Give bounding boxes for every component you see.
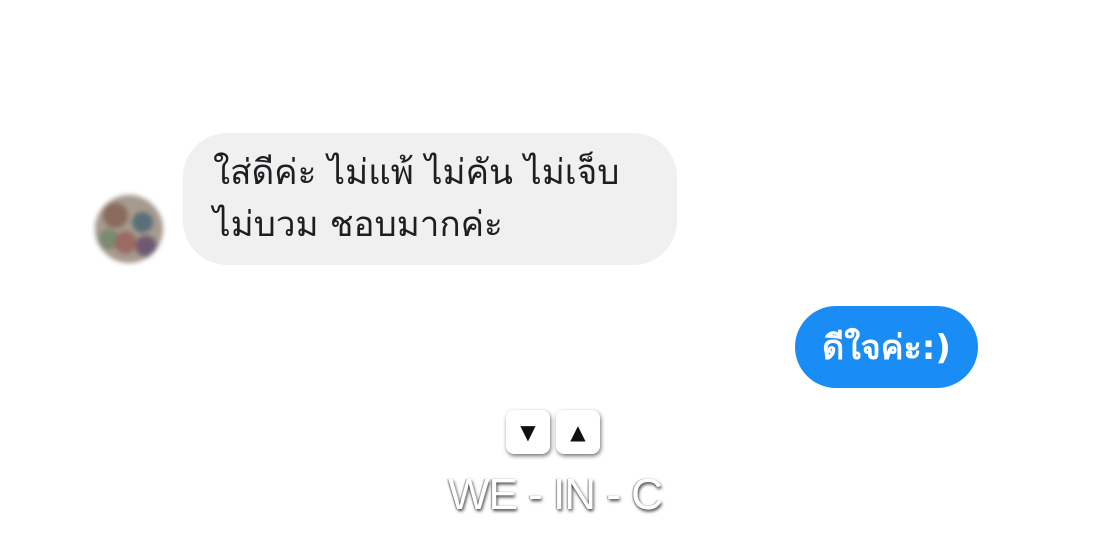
incoming-message-line: ใส่ดีค่ะ ไม่แพ้ ไม่คัน ไม่เจ็บ — [213, 153, 620, 193]
outgoing-message-text: ดีใจค่ะ:) — [822, 328, 951, 368]
incoming-message-line: ไม่บวม ชอบมากค่ะ — [213, 205, 503, 245]
logo-marks: ▼ ▲ — [506, 410, 600, 454]
up-triangle-icon: ▲ — [556, 410, 600, 454]
incoming-message-bubble[interactable]: ใส่ดีค่ะ ไม่แพ้ ไม่คัน ไม่เจ็บ ไม่บวม ชอ… — [183, 133, 677, 265]
down-triangle-icon: ▼ — [506, 410, 550, 454]
watermark-text: WE - IN - C — [448, 470, 663, 519]
chat-window: ใส่ดีค่ะ ไม่แพ้ ไม่คัน ไม่เจ็บ ไม่บวม ชอ… — [0, 0, 1100, 550]
avatar[interactable] — [95, 195, 163, 263]
outgoing-message-bubble[interactable]: ดีใจค่ะ:) — [795, 306, 978, 388]
watermark-logo: ▼ ▲ WE - IN - C — [448, 410, 663, 520]
